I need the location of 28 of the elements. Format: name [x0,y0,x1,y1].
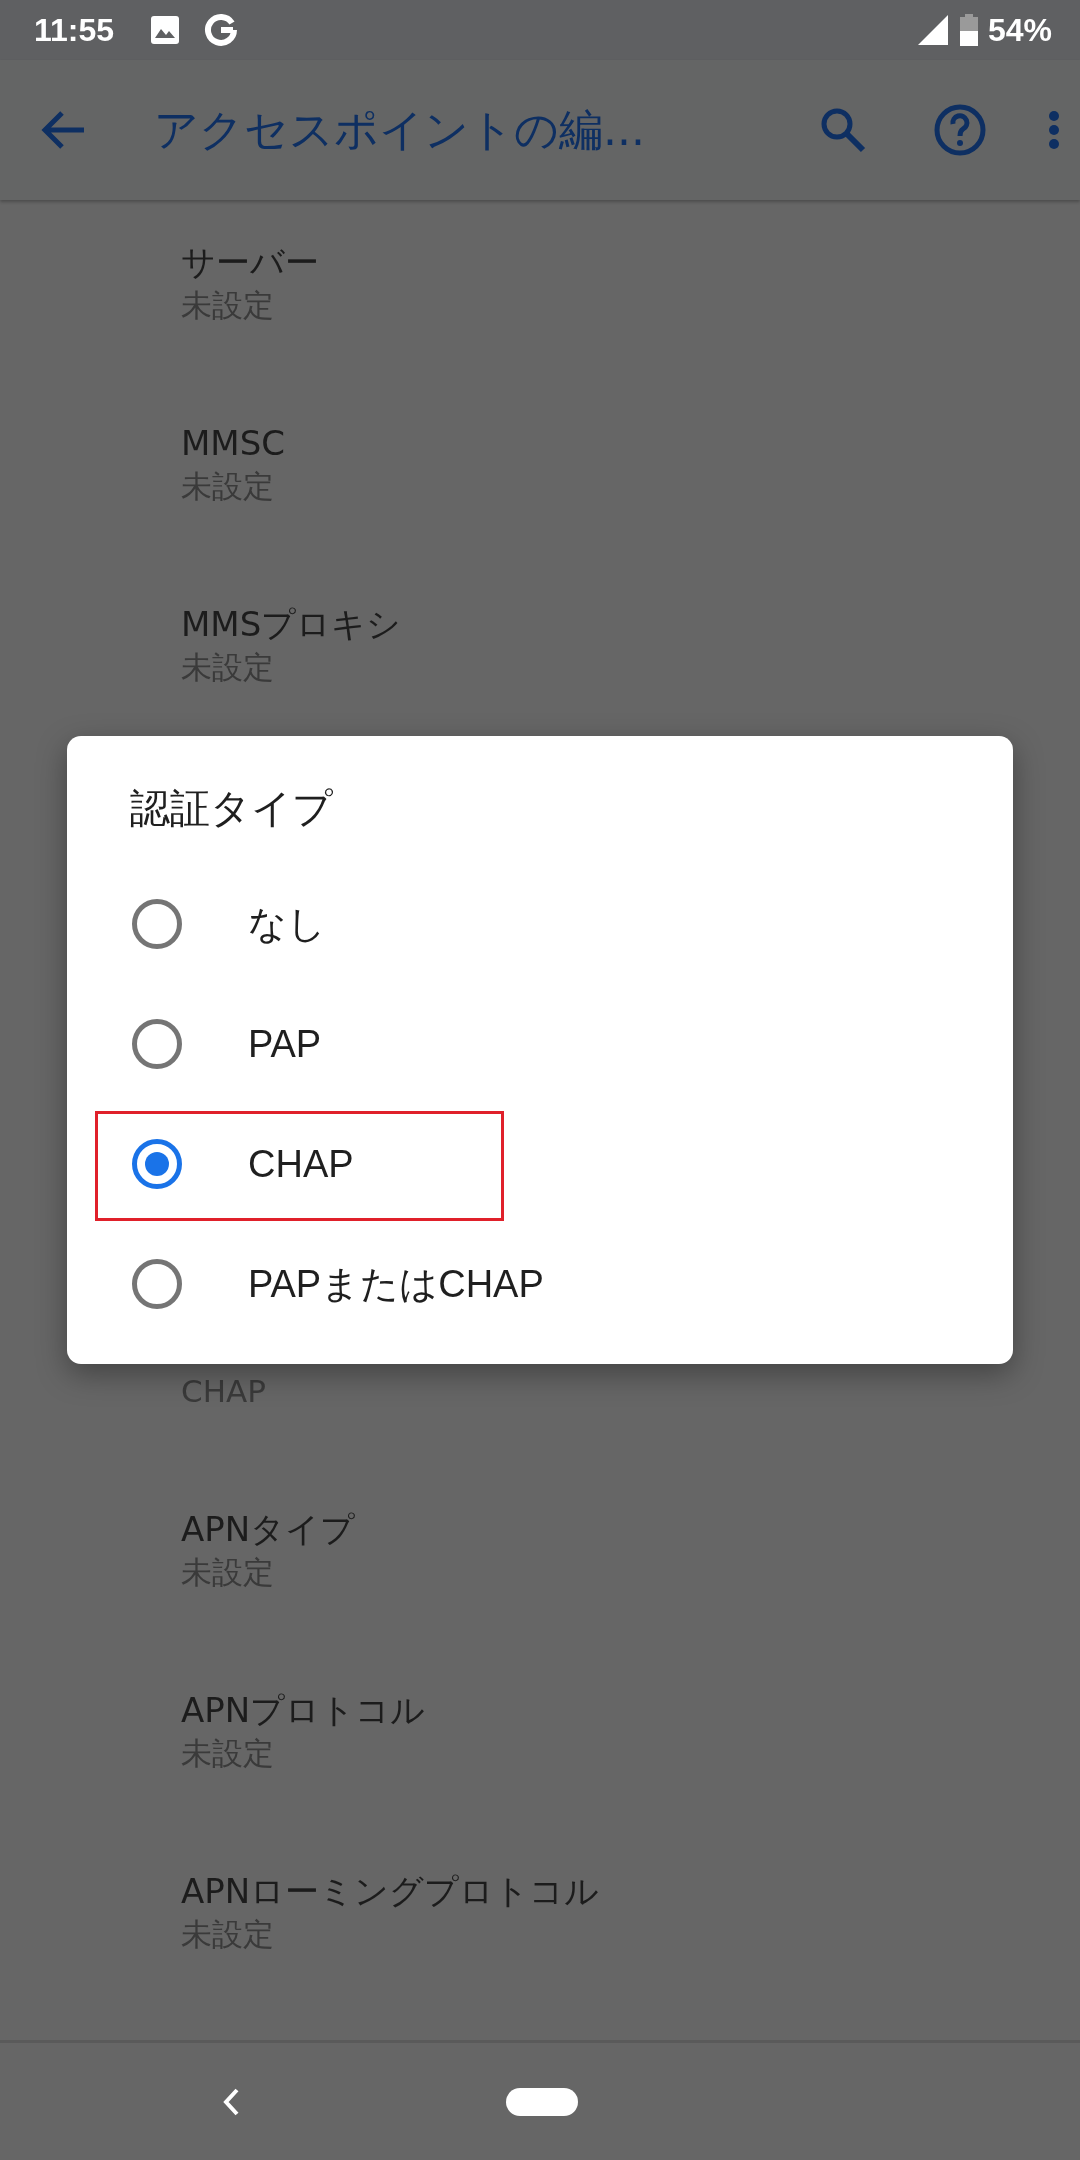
option-label[interactable]: PAP [248,1022,322,1066]
back-arrow-icon[interactable] [40,110,86,150]
dialog-title: 認証タイプ [130,784,333,833]
home-pill-icon[interactable] [506,2088,578,2116]
setting-title: APNローミングプロトコル [181,1870,600,1913]
radio-button[interactable] [132,1019,182,1069]
setting-title: APNタイプ [181,1508,356,1551]
battery-icon [959,14,978,46]
radio-button[interactable] [132,1139,182,1189]
setting-title: MMSC [181,422,285,465]
screen-title: アクセスポイントの編... [154,102,646,157]
radio-button[interactable] [132,1259,182,1309]
setting-title: サーバー [181,241,319,284]
back-icon[interactable] [222,2088,240,2116]
setting-title: APNプロトコル [181,1689,426,1732]
option-label[interactable]: なし [248,898,326,950]
more-options-icon[interactable] [1048,110,1060,150]
battery-percentage: 54% [987,11,1052,49]
g-logo-icon [204,13,239,47]
option-label[interactable]: PAPまたはCHAP [248,1258,544,1310]
search-icon[interactable] [820,107,866,153]
image-icon [150,15,181,45]
setting-title: MMSプロキシ [181,603,402,646]
help-icon[interactable] [934,104,986,156]
clock-time: 11:55 [34,11,115,49]
radio-button[interactable] [132,899,182,949]
option-label[interactable]: CHAP [248,1142,354,1186]
signal-icon [917,15,948,45]
